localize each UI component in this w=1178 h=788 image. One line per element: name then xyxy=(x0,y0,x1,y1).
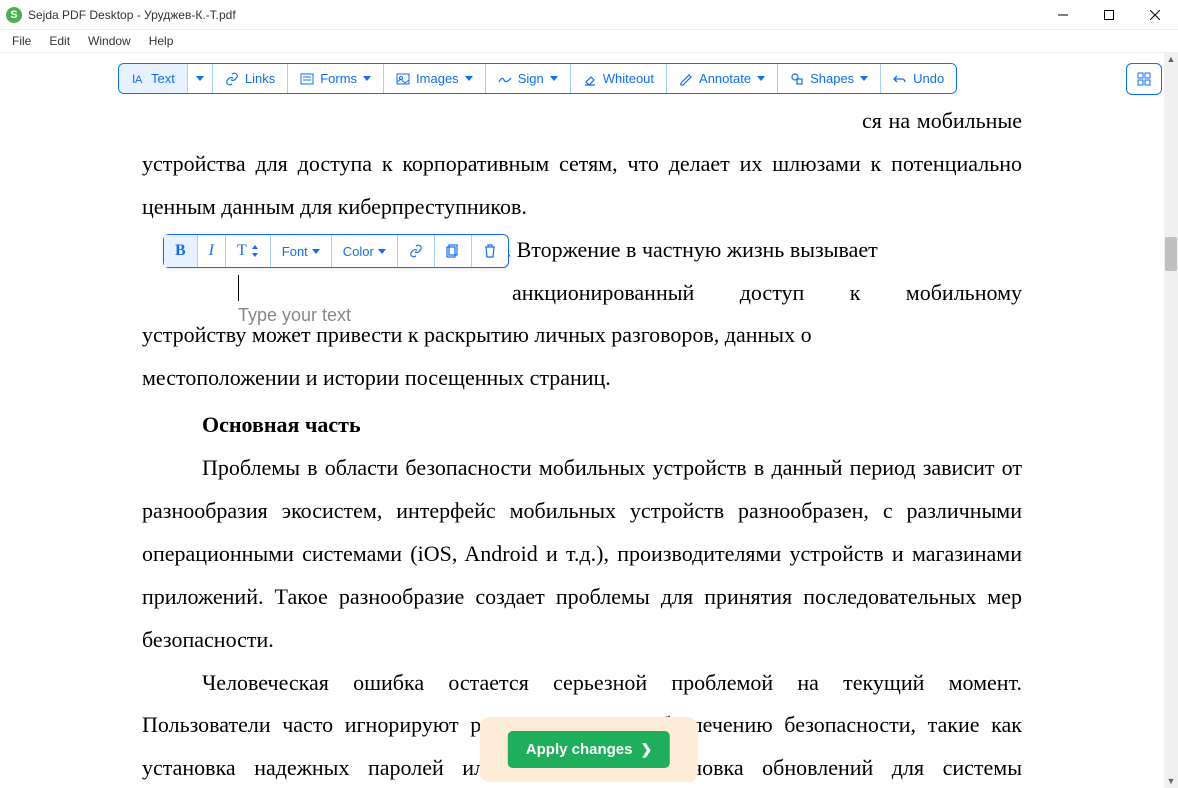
bold-button[interactable]: B xyxy=(164,235,198,267)
updown-icon xyxy=(251,245,259,257)
undo-label: Undo xyxy=(913,71,944,86)
title-bar: S Sejda PDF Desktop - Уруджев-К.-Т.pdf xyxy=(0,0,1178,30)
text-tool-button[interactable]: IA Text xyxy=(119,64,188,93)
menu-help[interactable]: Help xyxy=(141,32,182,50)
main-toolbar: IA Text Links Forms Images xyxy=(0,53,1178,105)
annotate-icon xyxy=(679,72,693,86)
svg-text:A: A xyxy=(135,74,143,86)
chevron-down-icon xyxy=(312,249,320,254)
document-viewport[interactable]: ся на мобильные устройства для доступа к… xyxy=(0,100,1164,788)
close-button[interactable] xyxy=(1132,0,1178,30)
links-tool-button[interactable]: Links xyxy=(213,64,288,93)
text-tool-label: Text xyxy=(151,71,175,86)
apply-changes-bar: Apply changes ❯ xyxy=(480,717,698,782)
text-edit-toolbar: B I T Font Color xyxy=(163,234,509,268)
sign-tool-label: Sign xyxy=(518,71,544,86)
annotate-tool-label: Annotate xyxy=(699,71,751,86)
scroll-up-arrow[interactable]: ▲ xyxy=(1166,54,1176,64)
pdf-page[interactable]: ся на мобильные устройства для доступа к… xyxy=(62,100,1102,788)
image-icon xyxy=(396,72,410,86)
maximize-button[interactable] xyxy=(1086,0,1132,30)
chevron-down-icon xyxy=(378,249,386,254)
window-title: Sejda PDF Desktop - Уруджев-К.-Т.pdf xyxy=(28,8,236,22)
minimize-button[interactable] xyxy=(1040,0,1086,30)
section-heading: Основная часть xyxy=(142,404,1022,447)
text-input-placeholder[interactable]: Type your text xyxy=(238,305,351,326)
color-button[interactable]: Color xyxy=(332,235,398,267)
chevron-down-icon xyxy=(757,76,765,81)
link-icon xyxy=(409,244,423,258)
paragraph: Проблемы в области безопасности мобильны… xyxy=(142,447,1022,661)
whiteout-tool-button[interactable]: Whiteout xyxy=(571,64,667,93)
shapes-tool-label: Shapes xyxy=(810,71,854,86)
shapes-tool-button[interactable]: Shapes xyxy=(778,64,881,93)
vertical-scrollbar[interactable]: ▲ ▼ xyxy=(1164,52,1178,788)
whiteout-tool-label: Whiteout xyxy=(603,71,654,86)
chevron-down-icon xyxy=(550,76,558,81)
forms-icon xyxy=(300,72,314,86)
images-tool-button[interactable]: Images xyxy=(384,64,486,93)
menu-bar: File Edit Window Help xyxy=(0,30,1178,53)
menu-file[interactable]: File xyxy=(4,32,39,50)
copy-button[interactable] xyxy=(435,235,472,267)
app-icon: S xyxy=(6,7,22,23)
menu-window[interactable]: Window xyxy=(80,32,139,50)
text-tool-dropdown[interactable] xyxy=(188,64,213,93)
links-tool-label: Links xyxy=(245,71,275,86)
italic-button[interactable]: I xyxy=(198,235,226,267)
scroll-thumb[interactable] xyxy=(1165,237,1177,271)
text-icon: IA xyxy=(131,72,145,86)
paragraph: ся на мобильные устройства для доступа к… xyxy=(142,100,1022,229)
chevron-down-icon xyxy=(196,76,204,81)
images-tool-label: Images xyxy=(416,71,459,86)
chevron-down-icon xyxy=(860,76,868,81)
font-button[interactable]: Font xyxy=(271,235,332,267)
menu-edit[interactable]: Edit xyxy=(41,32,78,50)
sign-tool-button[interactable]: Sign xyxy=(486,64,571,93)
apply-changes-button[interactable]: Apply changes ❯ xyxy=(508,731,670,768)
eraser-icon xyxy=(583,72,597,86)
link-button[interactable] xyxy=(398,235,435,267)
shapes-icon xyxy=(790,72,804,86)
link-icon xyxy=(225,72,239,86)
forms-tool-label: Forms xyxy=(320,71,357,86)
chevron-down-icon xyxy=(363,76,371,81)
undo-icon xyxy=(893,72,907,86)
delete-button[interactable] xyxy=(472,235,508,267)
chevron-down-icon xyxy=(465,76,473,81)
paragraph: местоположении и истории посещенных стра… xyxy=(142,357,1022,400)
copy-icon xyxy=(446,244,460,258)
text-size-button[interactable]: T xyxy=(226,235,271,267)
forms-tool-button[interactable]: Forms xyxy=(288,64,384,93)
apply-changes-label: Apply changes xyxy=(526,741,633,758)
chevron-right-icon: ❯ xyxy=(640,741,652,758)
trash-icon xyxy=(483,244,497,258)
sign-icon xyxy=(498,72,512,86)
annotate-tool-button[interactable]: Annotate xyxy=(667,64,778,93)
scroll-down-arrow[interactable]: ▼ xyxy=(1166,776,1176,786)
text-cursor xyxy=(238,275,239,301)
grid-view-button[interactable] xyxy=(1126,63,1162,95)
undo-button[interactable]: Undo xyxy=(881,64,956,93)
